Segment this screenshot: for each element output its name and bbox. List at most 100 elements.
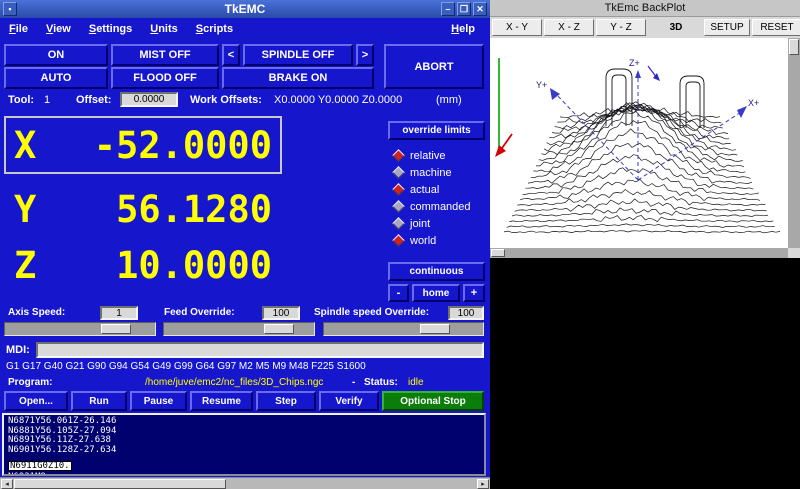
- tool-label: Tool:: [8, 93, 34, 108]
- radio-label: world: [410, 235, 436, 247]
- tkemc-window: ▪ TkEMC – ❐ ✕ File View Settings Units S…: [0, 0, 490, 489]
- tool-offset-entry[interactable]: 0.0000: [120, 92, 178, 107]
- y-axis-letter: Y: [14, 188, 36, 231]
- jog-minus-button[interactable]: -: [388, 284, 409, 302]
- x-axis-display[interactable]: X -52.0000: [4, 116, 282, 174]
- tab-yz[interactable]: Y - Z: [596, 19, 646, 36]
- spindle-slower-button[interactable]: <: [222, 44, 240, 66]
- program-label: Program:: [8, 377, 52, 388]
- program-path: /home/juve/emc2/nc_files/3D_Chips.ngc: [145, 377, 323, 388]
- verify-button[interactable]: Verify: [319, 391, 379, 411]
- radio-relative[interactable]: relative: [394, 148, 445, 163]
- program-line: N6931M9: [8, 473, 480, 476]
- radio-diamond-icon: [392, 200, 405, 213]
- feed-override-slider[interactable]: [163, 322, 315, 336]
- radio-diamond-icon: [392, 149, 405, 162]
- open-button[interactable]: Open...: [4, 391, 68, 411]
- status-value: idle: [408, 377, 424, 388]
- radio-diamond-icon: [392, 166, 405, 179]
- abort-button[interactable]: ABORT: [384, 44, 484, 89]
- tab-xy[interactable]: X - Y: [492, 19, 542, 36]
- radio-diamond-icon: [392, 183, 405, 196]
- feed-override-slider-handle[interactable]: [264, 324, 294, 334]
- z-axis-display[interactable]: Z 10.0000: [4, 240, 282, 290]
- svg-text:Z+: Z+: [629, 58, 640, 68]
- home-button[interactable]: home: [412, 284, 460, 302]
- radio-machine[interactable]: machine: [394, 165, 452, 180]
- backplot-hscroll-thumb[interactable]: [491, 249, 505, 257]
- offset-label: Offset:: [76, 93, 111, 108]
- spindle-faster-button[interactable]: >: [356, 44, 374, 66]
- work-offsets-label: Work Offsets:: [190, 93, 262, 108]
- feed-override-value: 100: [262, 306, 300, 320]
- maximize-icon[interactable]: ❐: [457, 2, 471, 16]
- spindle-button[interactable]: SPINDLE OFF: [243, 44, 353, 66]
- flood-button[interactable]: FLOOD OFF: [111, 67, 219, 89]
- menu-view[interactable]: View: [37, 21, 80, 37]
- mdi-label: MDI:: [6, 343, 30, 358]
- spindle-override-value: 100: [448, 306, 484, 320]
- scroll-left-icon[interactable]: ◂: [1, 479, 13, 489]
- tab-reset[interactable]: RESET: [752, 19, 800, 36]
- override-limits-button[interactable]: override limits: [388, 121, 485, 140]
- radio-joint[interactable]: joint: [394, 216, 430, 231]
- jog-mode-button[interactable]: continuous: [388, 262, 485, 281]
- axis-speed-slider[interactable]: [4, 322, 156, 336]
- radio-actual[interactable]: actual: [394, 182, 439, 197]
- z-axis-letter: Z: [14, 244, 36, 287]
- scrollbar-thumb[interactable]: [14, 479, 226, 489]
- backplot-hscrollbar[interactable]: [490, 248, 788, 258]
- radio-world[interactable]: world: [394, 233, 436, 248]
- spindle-override-slider[interactable]: [323, 322, 484, 336]
- menu-file[interactable]: File: [0, 21, 37, 37]
- program-listing[interactable]: N6871Y56.061Z-26.146 N6881Y56.105Z-27.09…: [2, 413, 486, 476]
- tab-xz[interactable]: X - Z: [544, 19, 594, 36]
- horizontal-scrollbar[interactable]: ◂ ▸: [0, 477, 490, 489]
- spindle-override-slider-handle[interactable]: [420, 324, 450, 334]
- close-icon[interactable]: ✕: [473, 2, 487, 16]
- tab-3d[interactable]: 3D: [658, 19, 694, 36]
- axis-speed-label: Axis Speed:: [8, 307, 65, 318]
- radio-commanded[interactable]: commanded: [394, 199, 471, 214]
- title-bar: ▪ TkEMC – ❐ ✕: [0, 0, 490, 18]
- backplot-canvas[interactable]: Z+ Y+ X+: [490, 38, 788, 248]
- menu-scripts[interactable]: Scripts: [187, 21, 242, 37]
- y-axis-display[interactable]: Y 56.1280: [4, 184, 282, 234]
- step-button[interactable]: Step: [256, 391, 316, 411]
- backplot-vscroll-thumb[interactable]: [789, 39, 799, 55]
- machine-on-button[interactable]: ON: [4, 44, 108, 66]
- radio-diamond-icon: [392, 234, 405, 247]
- status-separator: -: [352, 377, 355, 388]
- minimize-icon[interactable]: –: [441, 2, 455, 16]
- pause-button[interactable]: Pause: [130, 391, 187, 411]
- backplot-title: TkEmc BackPlot: [605, 2, 686, 14]
- backplot-vscrollbar[interactable]: [788, 38, 800, 248]
- x-axis-letter: X: [14, 124, 36, 167]
- svg-text:Y+: Y+: [536, 80, 547, 90]
- menu-units[interactable]: Units: [141, 21, 187, 37]
- svg-text:X+: X+: [748, 98, 759, 108]
- jog-plus-button[interactable]: +: [463, 284, 485, 302]
- radio-label: machine: [410, 167, 452, 179]
- tab-setup[interactable]: SETUP: [704, 19, 750, 36]
- resume-button[interactable]: Resume: [190, 391, 253, 411]
- mist-button[interactable]: MIST OFF: [111, 44, 219, 66]
- brake-button[interactable]: BRAKE ON: [222, 67, 374, 89]
- mode-auto-button[interactable]: AUTO: [4, 67, 108, 89]
- menu-help[interactable]: Help: [442, 21, 484, 37]
- backplot-toolbar: X - Y X - Z Y - Z 3D SETUP RESET: [490, 17, 800, 38]
- menu-settings[interactable]: Settings: [80, 21, 141, 37]
- axis-speed-slider-handle[interactable]: [101, 324, 131, 334]
- radio-label: relative: [410, 150, 445, 162]
- menu-bar: File View Settings Units Scripts Help: [0, 18, 490, 40]
- window-menu-icon[interactable]: ▪: [3, 2, 17, 16]
- window-title: TkEMC: [225, 2, 266, 16]
- scroll-right-icon[interactable]: ▸: [477, 479, 489, 489]
- program-line: N6901Y56.128Z-27.634: [8, 446, 480, 456]
- mdi-input[interactable]: [36, 342, 484, 358]
- backplot-window: TkEmc BackPlot X - Y X - Z Y - Z 3D SETU…: [490, 0, 800, 258]
- units-label: (mm): [436, 93, 462, 108]
- optional-stop-button[interactable]: Optional Stop: [382, 391, 484, 411]
- backplot-plot: Z+ Y+ X+: [490, 38, 788, 248]
- run-button[interactable]: Run: [71, 391, 127, 411]
